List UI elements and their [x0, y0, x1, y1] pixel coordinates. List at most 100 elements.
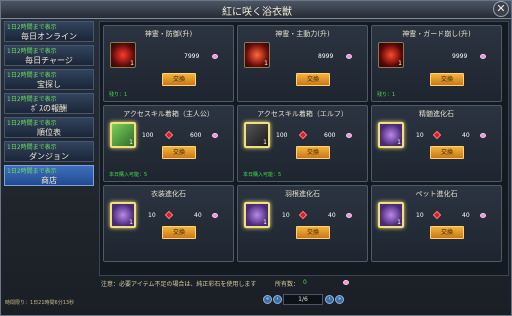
item-name: 神霊・ガード崩し(升) [402, 30, 471, 38]
first-page-button[interactable]: « [263, 295, 272, 304]
notice-bar: 注意：必要アイテム不足の場合は、純正彩石を使用します 所有数： 0 [99, 277, 509, 289]
sidebar-item-daily-charge[interactable]: 1日2時間まで表示 毎日チャージ [4, 45, 94, 66]
last-page-button[interactable]: » [335, 295, 344, 304]
notice-text: 注意：必要アイテム不足の場合は、純正彩石を使用します [101, 281, 257, 288]
item-cost-a: 10 [416, 212, 424, 219]
exchange-button[interactable]: 交換 [296, 226, 330, 239]
sidebar-item-label: ﾎﾞｽの報酬 [31, 104, 67, 113]
exchange-button[interactable]: 交換 [162, 226, 196, 239]
window-title: 紅に咲く浴衣獣 [222, 7, 292, 18]
red-gem-icon [298, 130, 308, 140]
evolution-stone-icon[interactable]: 1 [110, 202, 136, 228]
sidebar-item-dungeon[interactable]: 1日2時間まで表示 ダンジョン [4, 141, 94, 162]
close-button[interactable]: ✕ [493, 1, 509, 17]
shop-window: 紅に咲く浴衣獣 ✕ 1日2時間まで表示 毎日オンライン 1日2時間まで表示 毎日チャ… [0, 0, 512, 316]
item-cost-a: 10 [416, 132, 424, 139]
close-icon: ✕ [496, 2, 506, 15]
sidebar-item-boss-reward[interactable]: 1日2時間まで表示 ﾎﾞｽの報酬 [4, 93, 94, 114]
red-gem-icon [164, 130, 174, 140]
pink-gem-icon [212, 54, 218, 59]
item-note: 本日購入可能：5 [109, 172, 148, 178]
spirit-attack-icon[interactable]: 1 [244, 42, 270, 68]
exchange-button[interactable]: 交換 [296, 146, 330, 159]
item-qty: 1 [130, 60, 134, 67]
sidebar-item-shop[interactable]: 1日2時間まで表示 商店 [4, 165, 94, 186]
next-page-button[interactable]: › [325, 295, 334, 304]
sidebar-item-tag: 1日2時間まで表示 [7, 144, 57, 151]
evolution-stone-icon[interactable]: 1 [244, 202, 270, 228]
item-qty: 1 [129, 139, 133, 146]
exchange-button[interactable]: 交換 [430, 146, 464, 159]
item-qty: 1 [264, 60, 268, 67]
item-qty: 1 [263, 139, 267, 146]
item-name: 精髄進化石 [419, 110, 454, 118]
item-cost-a: 10 [148, 212, 156, 219]
chevron-right-icon: › [328, 296, 331, 302]
skill-chest-icon[interactable]: 1 [110, 122, 136, 148]
pink-gem-icon [480, 213, 486, 218]
pink-gem-icon [346, 133, 352, 138]
exchange-button[interactable]: 交換 [162, 146, 196, 159]
exchange-button[interactable]: 交換 [162, 73, 196, 86]
exchange-button[interactable]: 交換 [430, 73, 464, 86]
item-name: 神霊・主動力(升) [275, 30, 330, 38]
sidebar-item-label: 順位表 [37, 128, 61, 137]
item-qty: 1 [263, 219, 267, 226]
item-cost-b: 40 [194, 212, 202, 219]
red-gem-icon [432, 130, 442, 140]
item-price: 9999 [452, 53, 468, 60]
item-cost-a: 100 [142, 132, 154, 139]
sidebar-item-tag: 1日2時間まで表示 [7, 72, 57, 79]
page-indicator: 1/6 [283, 294, 323, 305]
item-qty: 1 [397, 139, 401, 146]
skill-chest-icon[interactable]: 1 [244, 122, 270, 148]
event-timer: 時間限り：1日21時間6分13秒 [5, 300, 75, 306]
sidebar-item-label: ダンジョン [29, 152, 69, 161]
item-note: 残り：1 [377, 92, 396, 98]
sidebar-item-label: 宝探し [37, 80, 61, 89]
spirit-defense-icon[interactable]: 1 [110, 42, 136, 68]
sidebar-item-tag: 1日2時間まで表示 [7, 120, 57, 127]
red-gem-icon [298, 210, 308, 220]
pagination: « ‹ 1/6 › » [263, 293, 353, 307]
shop-card: アクセスキル着箱（主人公） 1 100 600 交換 本日購入可能：5 [103, 105, 234, 182]
exchange-button[interactable]: 交換 [296, 73, 330, 86]
item-cost-b: 40 [462, 212, 470, 219]
pink-gem-icon [346, 213, 352, 218]
shop-card: アクセスキル着箱（エルフ） 1 100 600 交換 本日購入可能：5 [237, 105, 368, 182]
chevron-left-icon: ‹ [276, 296, 279, 302]
item-name: 羽根進化石 [285, 190, 320, 198]
item-cost-a: 10 [282, 212, 290, 219]
sidebar-item-tag: 1日2時間まで表示 [7, 48, 57, 55]
owned-value: 0 [303, 279, 307, 286]
spirit-guard-break-icon[interactable]: 1 [378, 42, 404, 68]
item-note: 残り：1 [109, 92, 128, 98]
pink-gem-icon [480, 54, 486, 59]
item-cost-a: 100 [276, 132, 288, 139]
double-chevron-right-icon: » [337, 296, 342, 302]
pink-gem-icon [346, 54, 352, 59]
prev-page-button[interactable]: ‹ [273, 295, 282, 304]
shop-card: 精髄進化石 1 10 40 交換 [371, 105, 502, 182]
item-qty: 1 [398, 60, 402, 67]
item-cost-b: 40 [328, 212, 336, 219]
item-cost-b: 600 [190, 132, 202, 139]
item-name: アクセスキル着箱（エルフ） [257, 110, 348, 118]
item-cost-b: 40 [462, 132, 470, 139]
sidebar-item-label: 毎日チャージ [25, 56, 73, 65]
sidebar-item-ranking[interactable]: 1日2時間まで表示 順位表 [4, 117, 94, 138]
owned-label: 所有数： [275, 281, 300, 288]
item-qty: 1 [129, 219, 133, 226]
shop-panel: 神霊・防御(升) 1 7999 交換 残り：1 神霊・主動力(升) 1 8999… [99, 21, 509, 276]
evolution-stone-icon[interactable]: 1 [378, 122, 404, 148]
item-qty: 1 [397, 219, 401, 226]
shop-card: 神霊・防御(升) 1 7999 交換 残り：1 [103, 25, 234, 102]
evolution-stone-icon[interactable]: 1 [378, 202, 404, 228]
item-cost-b: 600 [324, 132, 336, 139]
exchange-button[interactable]: 交換 [430, 226, 464, 239]
item-name: ペット進化石 [415, 190, 458, 198]
sidebar-item-daily-online[interactable]: 1日2時間まで表示 毎日オンライン [4, 21, 94, 42]
shop-card: 羽根進化石 1 10 40 交換 [237, 185, 368, 262]
double-chevron-left-icon: « [265, 296, 270, 302]
sidebar-item-treasure[interactable]: 1日2時間まで表示 宝探し [4, 69, 94, 90]
